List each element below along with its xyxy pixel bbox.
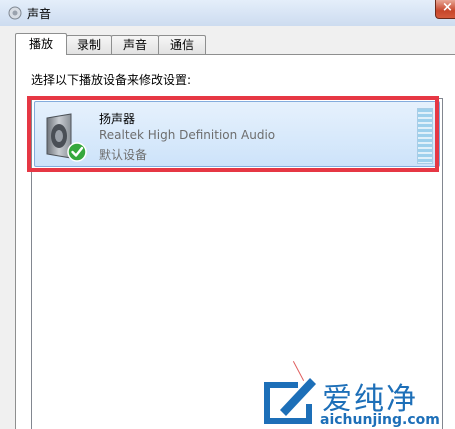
tab-communications[interactable]: 通信 xyxy=(158,35,206,54)
sound-dialog: 声音 × 播放 录制 声音 通信 选择以下播放设备来修改设置: 扬声器 Real… xyxy=(0,0,455,429)
watermark: 爱纯净 aichunjing.com xyxy=(258,372,455,429)
tab-sounds[interactable]: 声音 xyxy=(111,35,159,54)
watermark-url: aichunjing.com xyxy=(320,412,440,428)
tab-playback[interactable]: 播放 xyxy=(15,33,67,55)
close-icon: × xyxy=(442,0,453,15)
instruction-text: 选择以下播放设备来修改设置: xyxy=(31,73,192,87)
title-bar[interactable]: 声音 × xyxy=(0,0,455,26)
annotation-highlight-box xyxy=(27,96,439,172)
window-title: 声音 xyxy=(27,7,52,21)
close-button[interactable]: × xyxy=(435,0,455,19)
watermark-logo-icon xyxy=(264,378,316,424)
sound-app-icon xyxy=(8,6,22,20)
tab-recording[interactable]: 录制 xyxy=(66,35,112,54)
